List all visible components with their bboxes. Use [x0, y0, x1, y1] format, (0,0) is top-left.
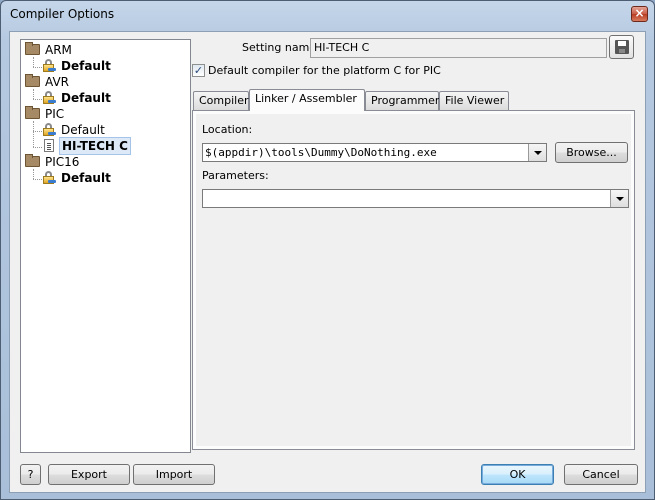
parameters-combo[interactable]: [202, 189, 629, 208]
import-button[interactable]: Import: [133, 464, 215, 485]
dialog-body: ARM Default AVR Default PIC Default HI-T…: [9, 31, 646, 493]
lock-icon: [43, 171, 56, 185]
tree-connector: [33, 67, 42, 68]
window-title: Compiler Options: [10, 7, 115, 21]
setting-name-field[interactable]: HI-TECH C: [310, 38, 607, 58]
help-button[interactable]: ?: [20, 464, 41, 485]
lock-icon: [43, 91, 56, 105]
title-bar[interactable]: Compiler Options ×: [1, 1, 654, 27]
location-label: Location:: [202, 123, 253, 136]
lock-icon: [43, 59, 56, 73]
tree-node-label: Default: [61, 59, 111, 73]
document-icon: [44, 139, 54, 152]
tree-connector: [33, 121, 34, 147]
tree-connector: [33, 179, 42, 180]
tab-file-viewer[interactable]: File Viewer: [439, 91, 509, 110]
location-value: $(appdir)\tools\Dummy\DoNothing.exe: [205, 146, 437, 159]
tree-node-label: Default: [61, 123, 105, 137]
tree-connector: [33, 89, 34, 99]
folder-icon: [25, 42, 40, 55]
tree-node-label: PIC: [45, 107, 65, 121]
folder-icon: [25, 74, 40, 87]
compiler-tree[interactable]: ARM Default AVR Default PIC Default HI-T…: [20, 39, 191, 453]
tab-programmer[interactable]: Programmer: [365, 91, 439, 110]
cancel-button[interactable]: Cancel: [564, 464, 638, 485]
panel-content: Location: $(appdir)\tools\Dummy\DoNothin…: [196, 114, 631, 446]
tree-node-label: HI-TECH C: [59, 137, 131, 155]
default-compiler-label: Default compiler for the platform C for …: [208, 64, 441, 77]
tree-connector: [33, 57, 34, 67]
folder-icon: [25, 154, 40, 167]
tree-node-label: ARM: [45, 43, 72, 57]
chevron-down-icon[interactable]: [528, 144, 546, 161]
tree-connector: [33, 131, 42, 132]
setting-name-label: Setting name:: [242, 41, 320, 54]
tree-node-label: AVR: [45, 75, 69, 89]
save-button[interactable]: [609, 35, 634, 59]
export-button[interactable]: Export: [48, 464, 130, 485]
lock-icon: [43, 123, 56, 137]
browse-button[interactable]: Browse...: [555, 142, 628, 163]
tree-node-label: Default: [61, 91, 111, 105]
compiler-options-window: Compiler Options × ARM Default AVR Defau…: [0, 0, 655, 500]
close-button[interactable]: ×: [631, 6, 648, 22]
floppy-disk-icon: [615, 40, 629, 54]
tree-connector: [33, 99, 42, 100]
chevron-down-icon[interactable]: [610, 190, 628, 207]
tree-connector: [33, 169, 34, 179]
default-compiler-checkbox[interactable]: ✓: [192, 64, 205, 77]
ok-button[interactable]: OK: [481, 464, 554, 485]
tab-compiler[interactable]: Compiler: [193, 91, 249, 110]
tab-linker-assembler[interactable]: Linker / Assembler: [249, 89, 365, 111]
folder-icon: [25, 106, 40, 119]
parameters-label: Parameters:: [202, 169, 269, 182]
tree-connector: [33, 147, 42, 148]
tree-node-label: PIC16: [45, 155, 80, 169]
tree-node-label: Default: [61, 171, 111, 185]
linker-assembler-panel: Location: $(appdir)\tools\Dummy\DoNothin…: [192, 110, 635, 450]
location-combo[interactable]: $(appdir)\tools\Dummy\DoNothing.exe: [202, 143, 547, 162]
